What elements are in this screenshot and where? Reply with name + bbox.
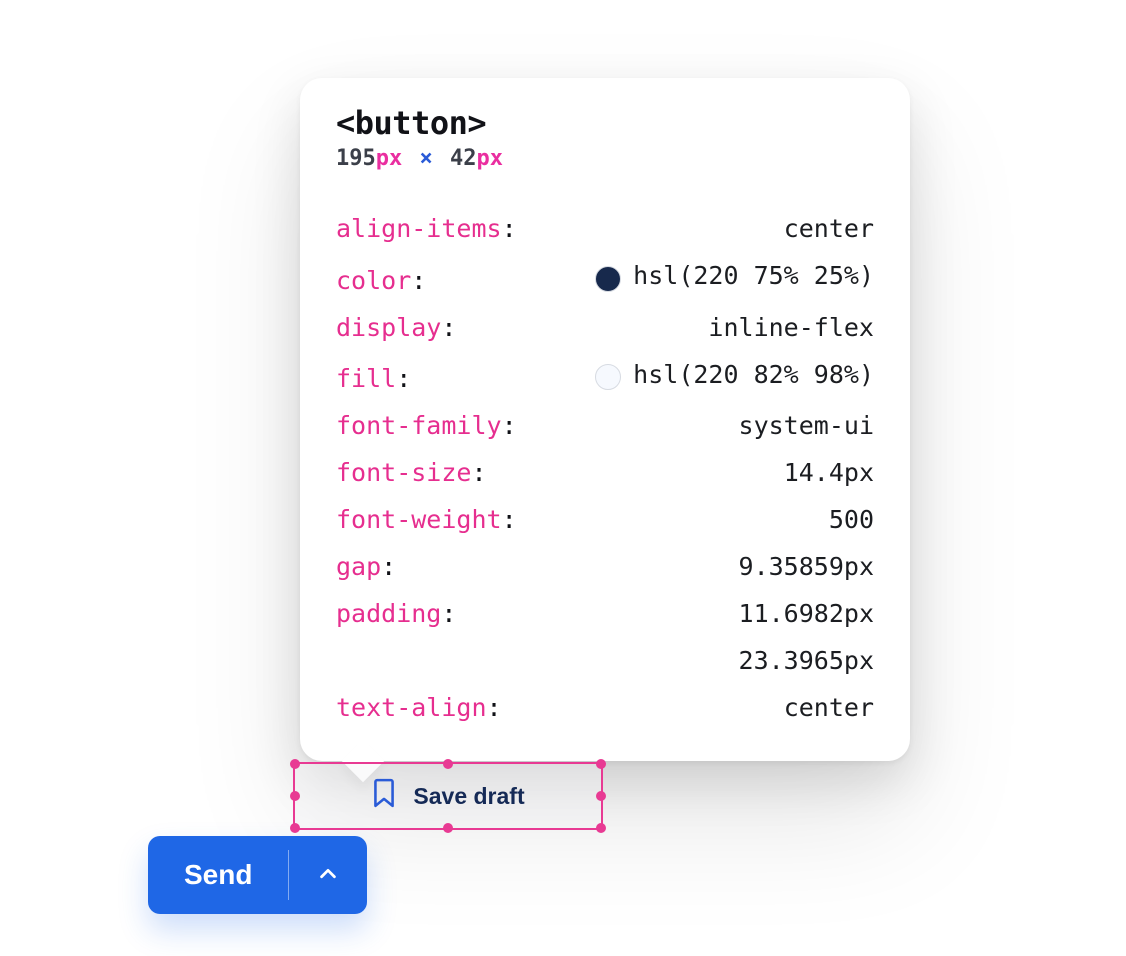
- chevron-up-icon: [317, 863, 339, 888]
- save-draft-button[interactable]: Save draft: [295, 764, 601, 828]
- dimension-height-value: 42: [450, 146, 477, 171]
- selection-handle[interactable]: [596, 823, 606, 833]
- css-property-name: fill:: [336, 355, 411, 402]
- inspected-dimensions: 195px × 42px: [336, 146, 874, 171]
- dimension-width-unit: px: [376, 146, 403, 171]
- css-property-row: fill: hsl(220 82% 98%): [336, 351, 874, 403]
- send-button-group: Send: [148, 836, 367, 914]
- dimension-separator: ×: [416, 146, 437, 171]
- inspected-tag-name: <button>: [336, 104, 874, 142]
- css-property-row: font-weight: 500: [336, 496, 874, 543]
- css-property-value: inline-flex: [708, 304, 874, 351]
- send-button[interactable]: Send: [148, 836, 288, 914]
- css-property-list: align-items: center color: hsl(220 75% 25%)…: [336, 205, 874, 731]
- dimension-height-unit: px: [477, 146, 504, 171]
- css-property-row: font-family: system-ui: [336, 402, 874, 449]
- css-property-row: padding: 11.6982px23.3965px: [336, 590, 874, 684]
- selection-handle[interactable]: [443, 823, 453, 833]
- css-property-name: gap:: [336, 543, 396, 590]
- selection-handle[interactable]: [596, 791, 606, 801]
- save-draft-label: Save draft: [413, 783, 524, 810]
- selection-handle[interactable]: [290, 791, 300, 801]
- dimension-width-value: 195: [336, 146, 376, 171]
- selection-handle[interactable]: [596, 759, 606, 769]
- css-property-value: 11.6982px23.3965px: [739, 590, 874, 684]
- css-property-row: text-align: center: [336, 684, 874, 731]
- css-property-value: hsl(220 82% 98%): [595, 351, 874, 398]
- css-property-value: 9.35859px: [739, 543, 874, 590]
- bookmark-icon: [371, 778, 397, 814]
- css-property-name: font-size:: [336, 449, 487, 496]
- css-property-name: align-items:: [336, 205, 517, 252]
- css-property-value: center: [784, 205, 874, 252]
- css-property-name: font-weight:: [336, 496, 517, 543]
- css-property-value: 500: [829, 496, 874, 543]
- css-property-row: display: inline-flex: [336, 304, 874, 351]
- css-property-row: color: hsl(220 75% 25%): [336, 252, 874, 304]
- color-swatch: [595, 364, 621, 390]
- css-property-name: color:: [336, 257, 426, 304]
- css-property-row: font-size: 14.4px: [336, 449, 874, 496]
- css-property-value: system-ui: [739, 402, 874, 449]
- selection-handle[interactable]: [290, 823, 300, 833]
- css-inspector-tooltip: <button> 195px × 42px align-items:center…: [300, 78, 910, 761]
- css-property-value: 14.4px: [784, 449, 874, 496]
- css-property-name: text-align:: [336, 684, 502, 731]
- selection-handle[interactable]: [443, 759, 453, 769]
- css-property-name: padding:: [336, 590, 456, 637]
- css-property-row: gap: 9.35859px: [336, 543, 874, 590]
- css-property-name: font-family:: [336, 402, 517, 449]
- css-property-value: hsl(220 75% 25%): [595, 252, 874, 299]
- send-button-label: Send: [184, 859, 252, 891]
- color-swatch: [595, 266, 621, 292]
- css-property-value: center: [784, 684, 874, 731]
- css-property-name: display:: [336, 304, 456, 351]
- send-options-toggle[interactable]: [289, 836, 367, 914]
- element-selection-outline: Save draft: [293, 762, 603, 830]
- selection-handle[interactable]: [290, 759, 300, 769]
- css-property-row: align-items: center: [336, 205, 874, 252]
